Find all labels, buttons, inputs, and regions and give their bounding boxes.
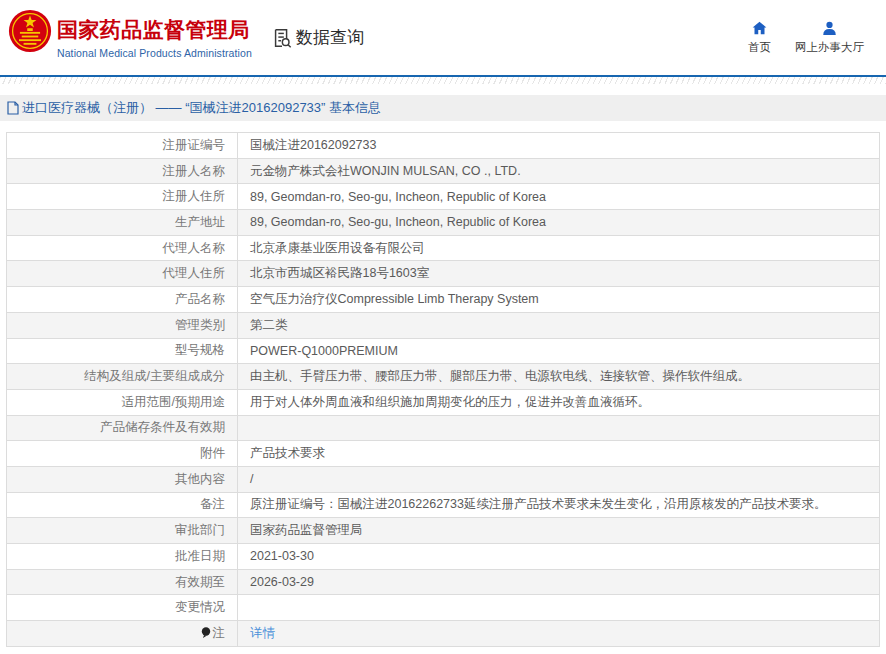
nav-service-hall[interactable]: 网上办事大厅 — [795, 21, 864, 55]
detail-link[interactable]: 详情 — [250, 626, 275, 640]
field-value: 国械注进20162092733 — [238, 133, 880, 159]
table-row: 产品储存条件及有效期 — [7, 415, 880, 441]
header-nav: 首页 网上办事大厅 — [748, 21, 864, 55]
field-label: 审批部门 — [7, 518, 238, 544]
table-row: 型号规格POWER-Q1000PREMIUM — [7, 338, 880, 364]
data-query-label: 数据查询 — [296, 26, 364, 49]
table-row: 适用范围/预期用途用于对人体外周血液和组织施加周期变化的压力，促进并改善血液循环… — [7, 389, 880, 415]
table-row: 结构及组成/主要组成成分由主机、手臂压力带、腰部压力带、腿部压力带、电源软电线、… — [7, 364, 880, 390]
field-value — [238, 415, 880, 441]
field-value: 89, Geomdan-ro, Seo-gu, Incheon, Republi… — [238, 210, 880, 236]
site-subtitle: National Medical Products Administration — [57, 47, 252, 59]
data-query-tab[interactable]: 数据查询 — [271, 26, 364, 49]
field-label: 代理人住所 — [7, 261, 238, 287]
field-value: 由主机、手臂压力带、腰部压力带、腿部压力带、电源软电线、连接软管、操作软件组成。 — [238, 364, 880, 390]
field-value: 详情 — [238, 621, 880, 647]
nav-service-hall-label: 网上办事大厅 — [795, 40, 864, 55]
hatch-band — [0, 77, 886, 84]
table-row: 代理人住所北京市西城区裕民路18号1603室 — [7, 261, 880, 287]
table-row: 注册人住所89, Geomdan-ro, Seo-gu, Incheon, Re… — [7, 184, 880, 210]
field-label: 注册人住所 — [7, 184, 238, 210]
registration-info-table: 注册证编号国械注进20162092733注册人名称元金物产株式会社WONJIN … — [6, 132, 880, 647]
field-value: 空气压力治疗仪Compressible Limb Therapy System — [238, 287, 880, 313]
field-label: 产品名称 — [7, 287, 238, 313]
field-value: 2021-03-30 — [238, 544, 880, 570]
field-value: 北京承康基业医用设备有限公司 — [238, 235, 880, 261]
field-label: 其他内容 — [7, 466, 238, 492]
table-row: 代理人名称北京承康基业医用设备有限公司 — [7, 235, 880, 261]
field-label: 注册证编号 — [7, 133, 238, 159]
national-emblem-icon — [8, 9, 52, 53]
document-search-icon — [271, 27, 293, 49]
site-header: 国家药品监督管理局 National Medical Products Admi… — [0, 0, 886, 75]
field-label: 结构及组成/主要组成成分 — [7, 364, 238, 390]
table-row: 其他内容/ — [7, 466, 880, 492]
field-label: 注 — [7, 621, 238, 647]
field-label: 注册人名称 — [7, 158, 238, 184]
field-label: 型号规格 — [7, 338, 238, 364]
field-label: 批准日期 — [7, 544, 238, 570]
field-label: 有效期至 — [7, 569, 238, 595]
field-label: 代理人名称 — [7, 235, 238, 261]
table-row: 产品名称空气压力治疗仪Compressible Limb Therapy Sys… — [7, 287, 880, 313]
field-label: 产品储存条件及有效期 — [7, 415, 238, 441]
field-value: 第二类 — [238, 312, 880, 338]
field-value: 北京市西城区裕民路18号1603室 — [238, 261, 880, 287]
pin-icon — [201, 627, 211, 638]
table-row: 有效期至2026-03-29 — [7, 569, 880, 595]
field-value: 用于对人体外周血液和组织施加周期变化的压力，促进并改善血液循环。 — [238, 389, 880, 415]
field-label: 管理类别 — [7, 312, 238, 338]
breadcrumb-text: 进口医疗器械（注册） —— “国械注进20162092733” 基本信息 — [22, 99, 381, 117]
table-row: 注册证编号国械注进20162092733 — [7, 133, 880, 159]
field-value — [238, 595, 880, 621]
field-label: 生产地址 — [7, 210, 238, 236]
field-value: 元金物产株式会社WONJIN MULSAN, CO ., LTD. — [238, 158, 880, 184]
field-value: POWER-Q1000PREMIUM — [238, 338, 880, 364]
table-row: 审批部门国家药品监督管理局 — [7, 518, 880, 544]
field-label: 适用范围/预期用途 — [7, 389, 238, 415]
home-icon — [752, 21, 767, 35]
table-row: 注详情 — [7, 621, 880, 647]
breadcrumb: 进口医疗器械（注册） —— “国械注进20162092733” 基本信息 — [0, 95, 886, 121]
field-value: 2026-03-29 — [238, 569, 880, 595]
field-value: 国家药品监督管理局 — [238, 518, 880, 544]
field-value: 原注册证编号：国械注进20162262733延续注册产品技术要求未发生变化，沿用… — [238, 492, 880, 518]
field-label: 变更情况 — [7, 595, 238, 621]
field-label: 附件 — [7, 441, 238, 467]
page-icon — [7, 101, 19, 115]
table-row: 生产地址89, Geomdan-ro, Seo-gu, Incheon, Rep… — [7, 210, 880, 236]
site-logo: 国家药品监督管理局 National Medical Products Admi… — [8, 7, 252, 59]
field-value: 产品技术要求 — [238, 441, 880, 467]
table-row: 注册人名称元金物产株式会社WONJIN MULSAN, CO ., LTD. — [7, 158, 880, 184]
nav-home[interactable]: 首页 — [748, 21, 771, 55]
field-value: / — [238, 466, 880, 492]
field-value: 89, Geomdan-ro, Seo-gu, Incheon, Republi… — [238, 184, 880, 210]
site-title: 国家药品监督管理局 — [57, 16, 252, 44]
nav-home-label: 首页 — [748, 40, 771, 55]
table-row: 备注原注册证编号：国械注进20162262733延续注册产品技术要求未发生变化，… — [7, 492, 880, 518]
table-row: 批准日期2021-03-30 — [7, 544, 880, 570]
person-icon — [822, 21, 837, 35]
table-row: 管理类别第二类 — [7, 312, 880, 338]
table-row: 变更情况 — [7, 595, 880, 621]
table-row: 附件产品技术要求 — [7, 441, 880, 467]
field-label: 备注 — [7, 492, 238, 518]
